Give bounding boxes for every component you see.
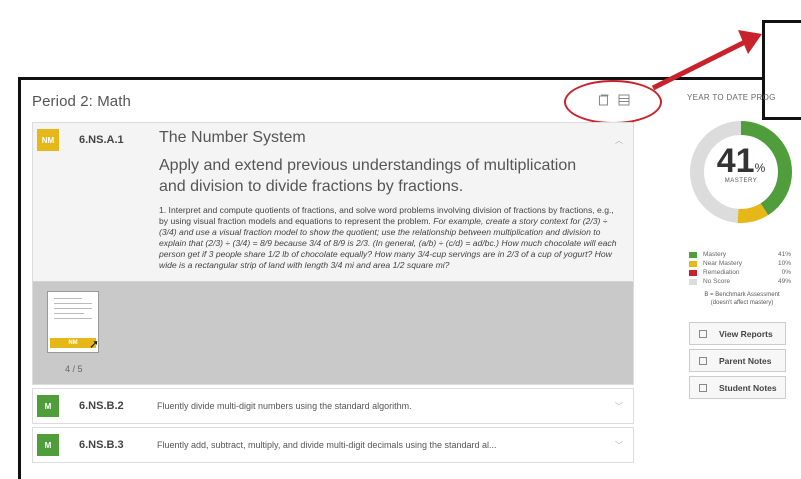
notes-icon [699, 383, 707, 392]
parent-notes-button[interactable]: Parent Notes [689, 349, 786, 372]
standard-row[interactable]: M 6.NS.B.3 Fluently add, subtract, multi… [32, 427, 634, 463]
button-label: View Reports [719, 328, 773, 339]
mastery-percent-value: 41 [716, 142, 755, 180]
button-label: Parent Notes [719, 355, 772, 366]
student-notes-button[interactable]: Student Notes [689, 376, 786, 399]
legend-value: 10% [777, 260, 791, 267]
score-badge: M [37, 395, 59, 417]
score-badge: M [37, 434, 59, 456]
cursor-icon: ➚ [89, 337, 100, 351]
standard-code: 6.NS.B.2 [79, 400, 124, 412]
button-label: Student Notes [719, 382, 777, 393]
progress-heading: YEAR TO DATE PROG [687, 93, 776, 102]
assessment-thumbnail[interactable]: NM ➚ [47, 291, 99, 353]
score-badge: NM [37, 129, 59, 151]
benchmark-note-line: B = Benchmark Assessment [704, 292, 780, 298]
card-view-icon[interactable] [598, 94, 610, 106]
page-title: Period 2: Math [32, 93, 131, 110]
reports-icon [699, 329, 707, 338]
legend-item: Near Mastery 10% [689, 259, 791, 268]
legend-item: Remediation 0% [689, 268, 791, 277]
screenshot-frame-left [18, 77, 21, 479]
legend-value: 0% [781, 269, 791, 276]
legend-value: 41% [777, 251, 791, 258]
standard-row[interactable]: M 6.NS.B.2 Fluently divide multi-digit n… [32, 388, 634, 424]
mastery-percent: 41% [686, 142, 796, 181]
mastery-label: MASTERY [724, 178, 758, 184]
percent-sign: % [754, 161, 766, 175]
standard-text: Fluently divide multi-digit numbers usin… [157, 401, 412, 411]
standard-row-expanded[interactable]: NM 6.NS.A.1 ︿ The Number System Apply an… [32, 122, 634, 385]
legend-label: No Score [703, 278, 731, 285]
cluster-title: Apply and extend previous understandings… [159, 157, 577, 195]
chevron-down-icon[interactable]: ﹀ [615, 401, 623, 412]
domain-title: The Number System [159, 129, 306, 146]
chevron-up-icon[interactable]: ︿ [615, 135, 623, 146]
list-view-icon[interactable] [618, 94, 630, 106]
notes-icon [699, 356, 707, 365]
standard-code: 6.NS.A.1 [79, 134, 124, 146]
assessment-tray: NM ➚ 4 / 5 [33, 281, 633, 384]
view-reports-button[interactable]: View Reports [689, 322, 786, 345]
benchmark-note-line: (doesn't affect mastery) [710, 300, 774, 306]
chevron-down-icon[interactable]: ﹀ [615, 440, 623, 451]
mastery-legend: Mastery 41% Near Mastery 10% Remediation… [689, 250, 791, 286]
standard-description: 1. Interpret and compute quotients of fr… [159, 205, 621, 281]
standard-text: Fluently add, subtract, multiply, and di… [157, 440, 497, 450]
legend-label: Mastery [703, 251, 727, 258]
view-toggle [598, 94, 630, 106]
thumbnail-count: 4 / 5 [65, 364, 83, 374]
standard-code: 6.NS.B.3 [79, 439, 124, 451]
standards-list: NM 6.NS.A.1 ︿ The Number System Apply an… [32, 122, 634, 466]
legend-label: Near Mastery [703, 260, 743, 267]
legend-label: Remediation [703, 269, 740, 276]
legend-item: No Score 49% [689, 277, 791, 286]
legend-item: Mastery 41% [689, 250, 791, 259]
legend-value: 49% [777, 278, 791, 285]
benchmark-note: B = Benchmark Assessment (doesn't affect… [689, 291, 795, 307]
